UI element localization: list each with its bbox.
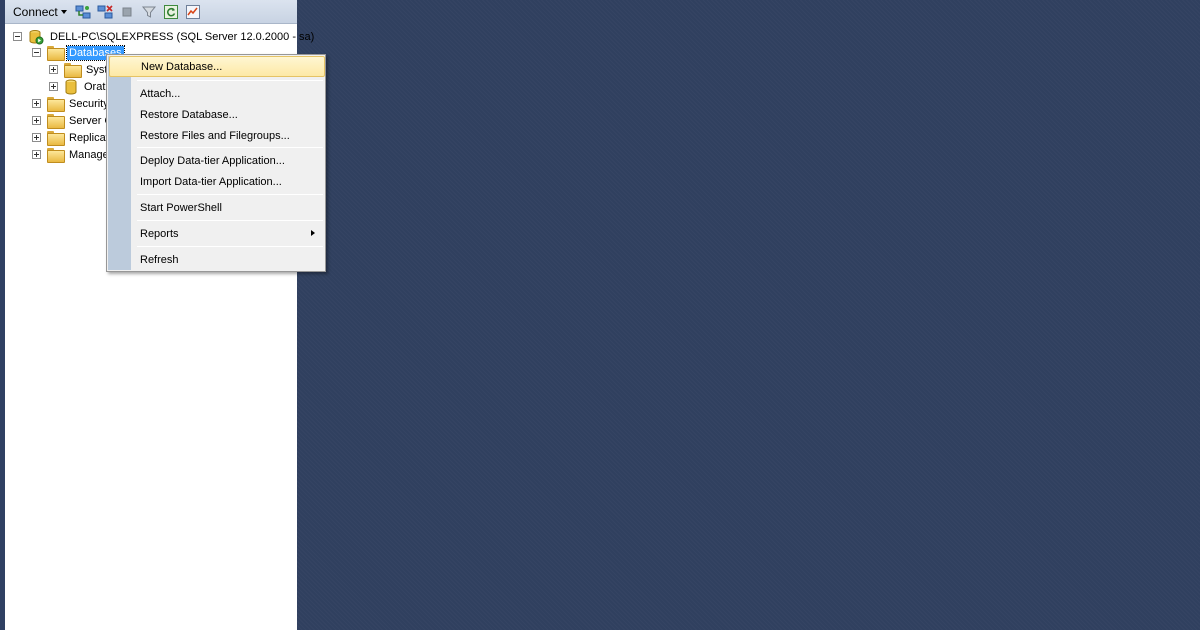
menu-separator [137, 194, 323, 195]
menu-item-restore-database[interactable]: Restore Database... [109, 104, 325, 125]
expand-icon[interactable] [49, 82, 58, 91]
menu-item-label: Reports [140, 227, 179, 240]
tree-node-server[interactable]: DELL-PC\SQLEXPRESS (SQL Server 12.0.2000… [13, 28, 316, 45]
refresh-icon[interactable] [162, 3, 180, 21]
tree-node-security[interactable]: Security [32, 95, 111, 112]
tree-node-replication[interactable]: Replicati [32, 129, 113, 146]
tree-node-management[interactable]: Manage [32, 146, 111, 163]
menu-item-attach[interactable]: Attach... [109, 83, 325, 104]
menu-item-refresh[interactable]: Refresh [109, 249, 325, 270]
server-icon [28, 29, 44, 45]
menu-item-deploy-data-tier-application[interactable]: Deploy Data-tier Application... [109, 150, 325, 171]
menu-item-label: New Database... [141, 60, 223, 73]
chevron-down-icon [60, 9, 67, 14]
menu-item-start-powershell[interactable]: Start PowerShell [109, 197, 325, 218]
security-label: Security [69, 97, 109, 110]
menu-separator [137, 246, 323, 247]
menu-item-label: Attach... [140, 87, 181, 100]
disconnect-icon[interactable] [96, 3, 114, 21]
expand-icon[interactable] [49, 65, 58, 74]
tree-node-database-orat[interactable]: Orati [49, 78, 110, 95]
connect-dropdown-button[interactable]: Connect [10, 2, 70, 22]
expand-icon[interactable] [32, 116, 41, 125]
connect-label: Connect [13, 4, 58, 19]
connect-object-explorer-icon[interactable] [74, 3, 92, 21]
menu-item-label: Refresh [140, 253, 179, 266]
expand-icon[interactable] [32, 133, 41, 142]
menu-item-label: Import Data-tier Application... [140, 175, 282, 188]
menu-item-label: Start PowerShell [140, 201, 222, 214]
menu-item-restore-files-filegroups[interactable]: Restore Files and Filegroups... [109, 125, 325, 146]
document-workspace [297, 0, 1200, 630]
stop-icon[interactable] [118, 3, 136, 21]
folder-icon [47, 148, 65, 163]
management-label: Manage [69, 148, 109, 161]
activity-monitor-icon[interactable] [184, 3, 202, 21]
folder-icon [47, 97, 65, 112]
menu-item-label: Restore Files and Filegroups... [140, 129, 290, 142]
expand-icon[interactable] [32, 150, 41, 159]
menu-item-label: Restore Database... [140, 108, 238, 121]
menu-item-import-data-tier-application[interactable]: Import Data-tier Application... [109, 171, 325, 192]
tree-node-server-objects[interactable]: Server O [32, 112, 115, 129]
databases-context-menu: New Database... Attach... Restore Databa… [106, 54, 326, 272]
menu-item-reports[interactable]: Reports [109, 223, 325, 244]
object-explorer-toolbar: Connect [5, 0, 297, 24]
server-name-label: DELL-PC\SQLEXPRESS (SQL Server 12.0.2000… [50, 30, 315, 43]
folder-icon [47, 114, 65, 129]
collapse-icon[interactable] [13, 32, 22, 41]
folder-icon [64, 63, 82, 78]
collapse-icon[interactable] [32, 48, 41, 57]
menu-separator [137, 147, 323, 148]
folder-icon [47, 131, 65, 146]
database-icon [64, 79, 78, 95]
submenu-arrow-icon [311, 230, 315, 236]
menu-item-label: Deploy Data-tier Application... [140, 154, 285, 167]
filter-icon[interactable] [140, 3, 158, 21]
folder-icon [47, 46, 65, 61]
menu-separator [137, 220, 323, 221]
menu-item-new-database[interactable]: New Database... [109, 56, 325, 77]
menu-separator [137, 80, 323, 81]
expand-icon[interactable] [32, 99, 41, 108]
